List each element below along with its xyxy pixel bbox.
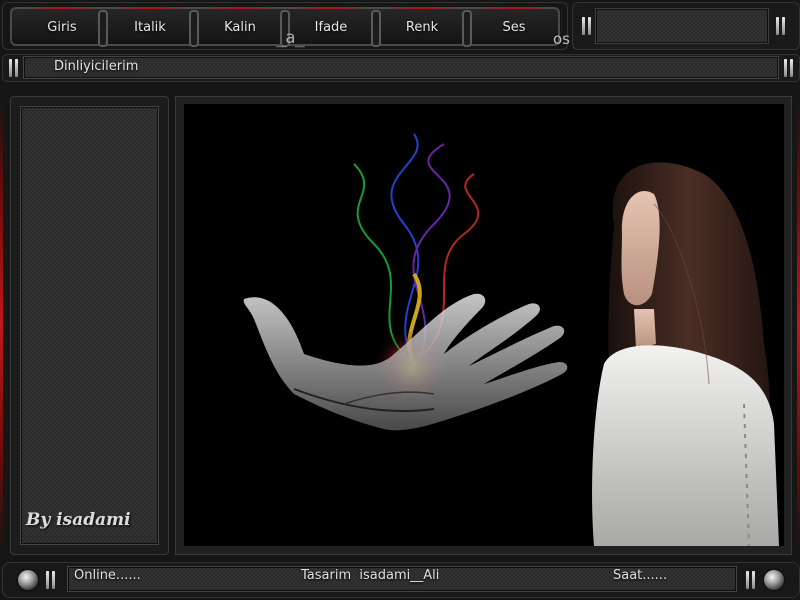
round-knob-icon[interactable] xyxy=(18,570,38,590)
round-knob-icon[interactable] xyxy=(764,570,784,590)
design-credit: Tasarim isadami__Ali xyxy=(301,568,440,583)
menu-item-giris[interactable]: Giris xyxy=(16,7,108,45)
online-count[interactable]: Online...... xyxy=(74,568,141,583)
woman-portrait xyxy=(592,162,779,546)
open-hand xyxy=(243,293,568,431)
user-list-area[interactable] xyxy=(21,107,158,544)
left-panel xyxy=(10,96,169,555)
decorative-os-glyph: os xyxy=(553,30,570,48)
top-right-panel xyxy=(572,2,800,50)
menu-item-kalin[interactable]: Kalin xyxy=(194,7,286,45)
pause-icon[interactable] xyxy=(44,571,56,589)
menu-item-label: Italik xyxy=(134,19,166,35)
pause-icon[interactable] xyxy=(744,571,756,589)
menu-item-label: Kalin xyxy=(224,19,256,35)
menu-item-label: Ifade xyxy=(314,19,348,35)
menu-item-ses[interactable]: Ses xyxy=(468,7,560,45)
top-right-display xyxy=(596,9,768,43)
left-edge-glow xyxy=(0,100,3,550)
clock: Saat...... xyxy=(613,568,668,583)
menu-item-italik[interactable]: Italik xyxy=(104,7,196,45)
hand-and-woman-artwork xyxy=(243,133,779,546)
menu-item-renk[interactable]: Renk xyxy=(376,7,468,45)
listeners-label[interactable]: Dinliyicilerim xyxy=(54,59,138,74)
main-image xyxy=(184,104,784,546)
signature: By isadami xyxy=(26,510,131,530)
menu-item-label: Ses xyxy=(502,19,526,35)
pause-icon[interactable] xyxy=(580,17,592,35)
pause-icon[interactable] xyxy=(782,59,794,77)
pause-icon[interactable] xyxy=(774,17,786,35)
decorative-a-glyph: _a_ xyxy=(276,28,305,48)
pause-icon[interactable] xyxy=(7,59,19,77)
menu-item-label: Renk xyxy=(405,19,439,35)
menu-item-label: Giris xyxy=(47,19,77,35)
